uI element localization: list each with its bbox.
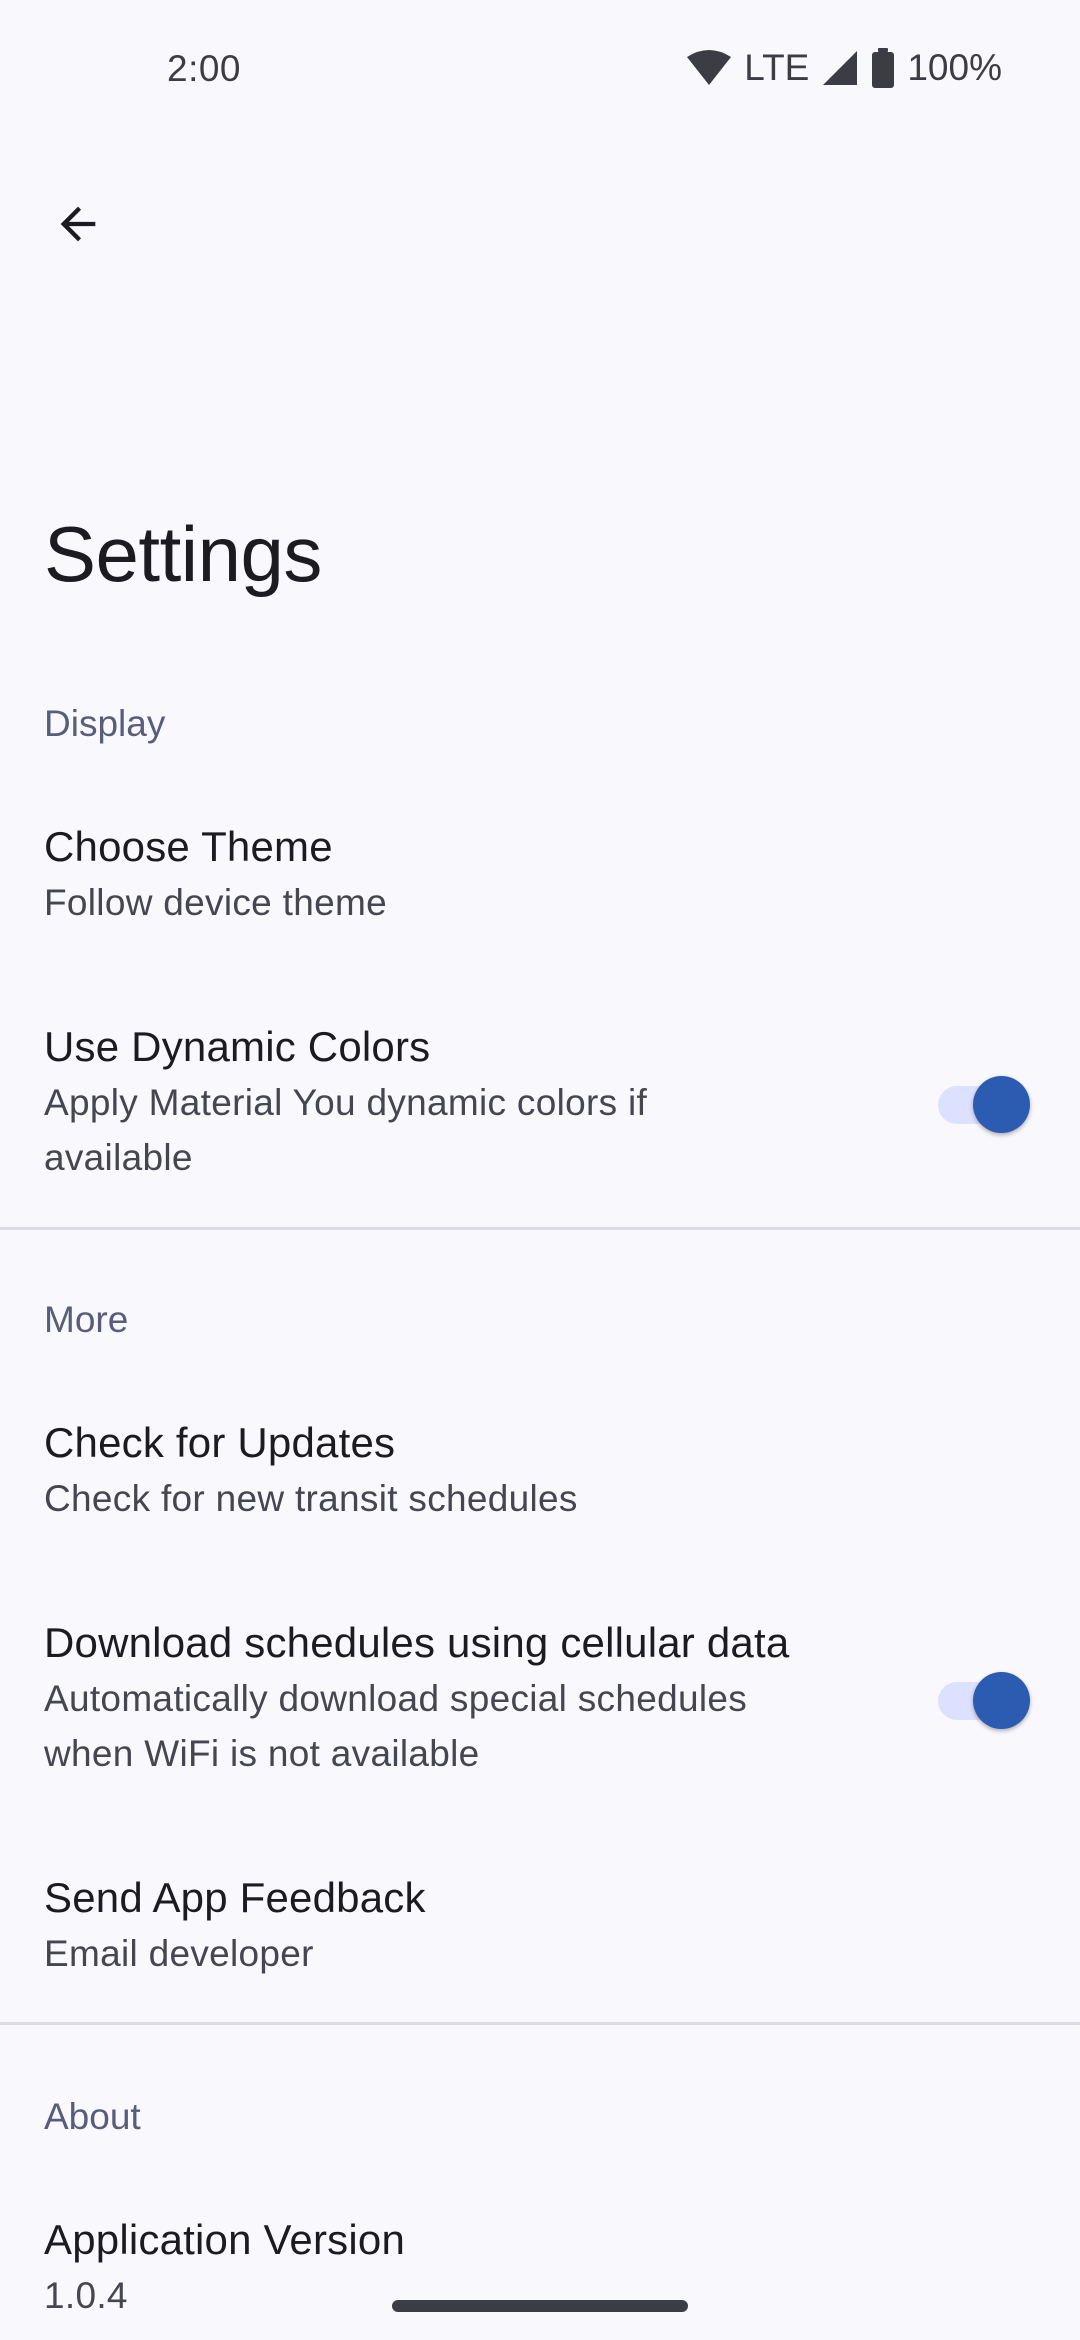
pref-title: Check for Updates [44,1419,396,1466]
pref-summary: Check for new transit schedules [44,1478,578,1519]
status-time: 2:00 [167,48,242,89]
cellular-data-item[interactable]: Download schedules using cellular data A… [0,1596,1080,1806]
section-divider [0,2022,1080,2025]
pref-summary-line2: when WiFi is not available [44,1733,480,1774]
choose-theme-item[interactable]: Choose Theme Follow device theme [0,800,1080,960]
status-bar: 2:00 LTE 100% [0,0,1080,140]
back-button[interactable] [40,188,116,264]
page-title: Settings [44,510,322,598]
cellular-data-switch[interactable] [938,1664,1030,1729]
dynamic-colors-item[interactable]: Use Dynamic Colors Apply Material You dy… [0,1000,1080,1210]
section-header-more: More [44,1299,129,1340]
pref-summary: Email developer [44,1933,314,1974]
pref-summary: 1.0.4 [44,2275,128,2316]
wifi-icon [686,49,732,87]
section-header-display: Display [44,703,166,744]
settings-screen: 2:00 LTE 100% Settings Display Choose Th… [0,0,1080,2340]
send-feedback-item[interactable]: Send App Feedback Email developer [0,1851,1080,2011]
section-divider [0,1227,1080,1230]
check-updates-item[interactable]: Check for Updates Check for new transit … [0,1396,1080,1556]
battery-percent: 100% [907,47,1002,88]
battery-icon [871,48,895,88]
pref-title: Download schedules using cellular data [44,1619,790,1666]
pref-summary-line2: available [44,1137,193,1178]
app-version-item[interactable]: Application Version 1.0.4 [0,2193,1080,2340]
pref-title: Send App Feedback [44,1874,426,1921]
arrow-back-icon [52,198,104,255]
switch-thumb [973,1076,1030,1133]
gesture-nav-handle[interactable] [392,2300,688,2312]
pref-title: Application Version [44,2216,406,2263]
section-header-about: About [44,2096,141,2137]
switch-thumb [973,1672,1030,1729]
pref-summary: Automatically download special schedules [44,1678,748,1719]
pref-title: Choose Theme [44,823,333,870]
pref-summary: Follow device theme [44,882,387,923]
dynamic-colors-switch[interactable] [938,1068,1030,1133]
pref-summary: Apply Material You dynamic colors if [44,1082,648,1123]
pref-title: Use Dynamic Colors [44,1023,431,1070]
network-type-label: LTE [744,47,810,88]
cell-signal-icon [821,49,859,87]
status-icons: LTE 100% [686,46,1002,90]
